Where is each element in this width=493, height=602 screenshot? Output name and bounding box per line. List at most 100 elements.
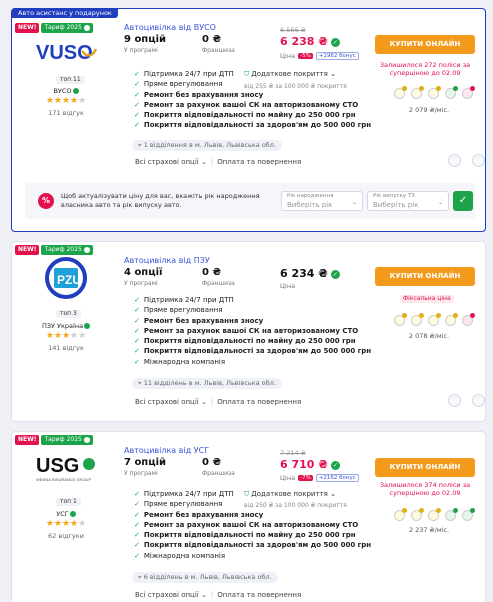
chevron-down-icon: ⌄ <box>200 158 207 166</box>
remaining-offer: Залишилося 272 поліси за суперціною до 0… <box>379 61 471 77</box>
company-logo[interactable]: PZU <box>34 257 98 299</box>
bonus-badge: +1962 бонус <box>315 52 359 60</box>
apply-button[interactable]: ✓ <box>453 191 473 211</box>
check-icon: ✓ <box>330 269 340 279</box>
chevron-down-icon: ⌄ <box>437 199 443 206</box>
gift-tag: Авто асистанс у подарунок <box>12 8 118 18</box>
company-name[interactable]: ВУСО <box>34 87 98 95</box>
price-update-prompt: % Щоб актуалізувати ціну для вас, вкажіт… <box>25 183 475 219</box>
reviews-link[interactable]: 62 відгуки <box>34 532 98 540</box>
features-list: Підтримка 24/7 при ДТП Пряме врегулюванн… <box>134 295 371 367</box>
chevron-down-icon: ⌄ <box>351 199 357 206</box>
feature-item: Пряме врегулювання <box>134 305 371 315</box>
rank-badge: топ 3 <box>56 310 81 318</box>
prompt-text: Щоб актуалізувати ціну для вас, вкажіть … <box>61 192 260 209</box>
tariff-badge: Тариф 2025 <box>41 245 93 255</box>
options-count: 7 опцій <box>124 457 167 468</box>
discount-badge: -5% <box>298 53 313 59</box>
feature-item: Підтримка 24/7 при ДТП <box>134 295 371 305</box>
feature-item: Покриття відповідальності по майну до 25… <box>134 110 371 120</box>
branches-link[interactable]: ⌖ 6 відділень в м. Львів, Львівська обл. <box>132 572 278 583</box>
additional-coverage-dropdown[interactable]: ⛉ Додаткове покриття ⌄ <box>244 70 336 79</box>
chevron-down-icon: ⌄ <box>330 490 336 498</box>
all-options-link[interactable]: Всі страхові опції <box>135 398 199 406</box>
offer-card-usg: NEW! Тариф 2025 USG WENNA INSURANCE GROU… <box>11 431 486 602</box>
verified-icon <box>84 323 91 329</box>
branches-link[interactable]: ⌖ 1 відділення в м. Львів, Львівська обл… <box>132 140 283 151</box>
price-caption: Ціна <box>280 282 296 290</box>
compare-icon[interactable] <box>472 154 485 167</box>
logo-text: USG <box>36 455 79 477</box>
check-icon <box>83 25 90 31</box>
bonus-badge: +2162 бонус <box>315 474 359 482</box>
all-options-link[interactable]: Всі страхові опції <box>135 591 199 599</box>
program-title[interactable]: Автоцивілка від УСГ <box>124 446 209 455</box>
tariff-badge: Тариф 2025 <box>41 435 93 445</box>
birth-year-select[interactable]: Рік народження Виберіть рік ⌄ <box>281 191 363 211</box>
rating-stars: ★★★★★ <box>45 519 87 529</box>
rating-stars: ★★★★★ <box>45 96 87 106</box>
feature-item: Ремонт без врахування зносу <box>134 510 371 520</box>
badges: NEW! Тариф 2025 <box>15 245 93 255</box>
franchise-value: 0 ₴ <box>202 457 222 468</box>
company-name[interactable]: УСГ <box>34 510 98 518</box>
payment-options[interactable] <box>394 508 475 521</box>
feature-item: Покриття відповідальності за здоров'ям д… <box>134 346 371 356</box>
card-actions <box>448 394 485 407</box>
company-name[interactable]: ПЗУ Україна <box>34 322 98 330</box>
program-title[interactable]: Автоцивілка від ПЗУ <box>124 256 210 265</box>
compare-icon[interactable] <box>472 394 485 407</box>
remaining-offer: Залишилося 374 поліси за суперціною до 0… <box>379 481 471 497</box>
all-options-link[interactable]: Всі страхові опції <box>135 158 199 166</box>
shield-icon: ⛉ <box>244 70 250 78</box>
logo-text: PZU <box>57 273 81 287</box>
franchise-sub: Франшиза <box>202 470 235 477</box>
check-icon <box>83 437 90 443</box>
old-price: 7 214 ₴ <box>280 449 306 457</box>
card-links: Всі страхові опції ⌄ | Оплата та поверненн… <box>135 591 302 599</box>
options-sub: У програмі <box>124 280 158 287</box>
old-price: 6 566 ₴ <box>280 26 306 34</box>
like-icon[interactable] <box>448 394 461 407</box>
branches-link[interactable]: ⌖ 11 відділень в м. Львів, Львівська обл… <box>132 378 282 389</box>
payment-returns-link[interactable]: Оплата та повернення <box>217 398 301 406</box>
program-title[interactable]: Автоцивілка від ВУСО <box>124 23 216 32</box>
buy-online-button[interactable]: КУПИТИ ОНЛАЙН <box>375 458 475 477</box>
card-actions <box>448 154 485 167</box>
reviews-link[interactable]: 141 відгук <box>34 344 98 352</box>
payment-returns-link[interactable]: Оплата та повернення <box>217 591 301 599</box>
car-year-select[interactable]: Рік випуску ТЗ Виберіть рік ⌄ <box>367 191 449 211</box>
options-sub: У програмі <box>124 470 158 477</box>
additional-coverage-dropdown[interactable]: ⛉ Додаткове покриття ⌄ <box>244 490 336 499</box>
feature-item: Покриття відповідальності по майну до 25… <box>134 336 371 346</box>
new-badge: NEW! <box>15 23 40 33</box>
buy-online-button[interactable]: КУПИТИ ОНЛАЙН <box>375 35 475 54</box>
payment-options[interactable] <box>394 313 475 326</box>
price: 6 238 ₴ ✓ <box>280 35 340 48</box>
franchise-value: 0 ₴ <box>202 34 222 45</box>
new-badge: NEW! <box>15 435 40 445</box>
options-sub: У програмі <box>124 47 158 54</box>
logo-subtext: WENNA INSURANCE GROUP <box>36 477 91 482</box>
rating-stars: ★★★★★ <box>45 331 87 341</box>
payment-returns-link[interactable]: Оплата та повернення <box>217 158 301 166</box>
feature-item: Покриття відповідальності за здоров'ям д… <box>134 540 371 550</box>
payment-options[interactable] <box>394 86 475 99</box>
reviews-link[interactable]: 171 відгук <box>34 109 98 117</box>
discount-badge: -7% <box>298 475 313 481</box>
rank-badge: топ 11 <box>56 76 85 84</box>
check-icon <box>83 247 90 253</box>
per-month-price: 2 078 ₴/міс. <box>408 332 450 340</box>
chevron-down-icon: ⌄ <box>200 591 207 599</box>
additional-coverage-sub: від 250 ₴ за 100 000 ₴ покриття <box>244 502 347 509</box>
company-logo[interactable]: USG WENNA INSURANCE GROUP <box>34 450 98 486</box>
like-icon[interactable] <box>448 154 461 167</box>
company-logo[interactable]: VUSO <box>34 34 98 70</box>
check-icon: ✓ <box>330 37 340 47</box>
fixed-price-badge: Фіксальна ціна <box>400 295 454 303</box>
price: 6 234 ₴ ✓ <box>280 267 340 280</box>
options-count: 4 опції <box>124 267 163 278</box>
feature-item: Ремонт за рахунок вашої СК на авторизова… <box>134 100 371 110</box>
shield-icon: ⛉ <box>244 490 250 498</box>
buy-online-button[interactable]: КУПИТИ ОНЛАЙН <box>375 267 475 286</box>
